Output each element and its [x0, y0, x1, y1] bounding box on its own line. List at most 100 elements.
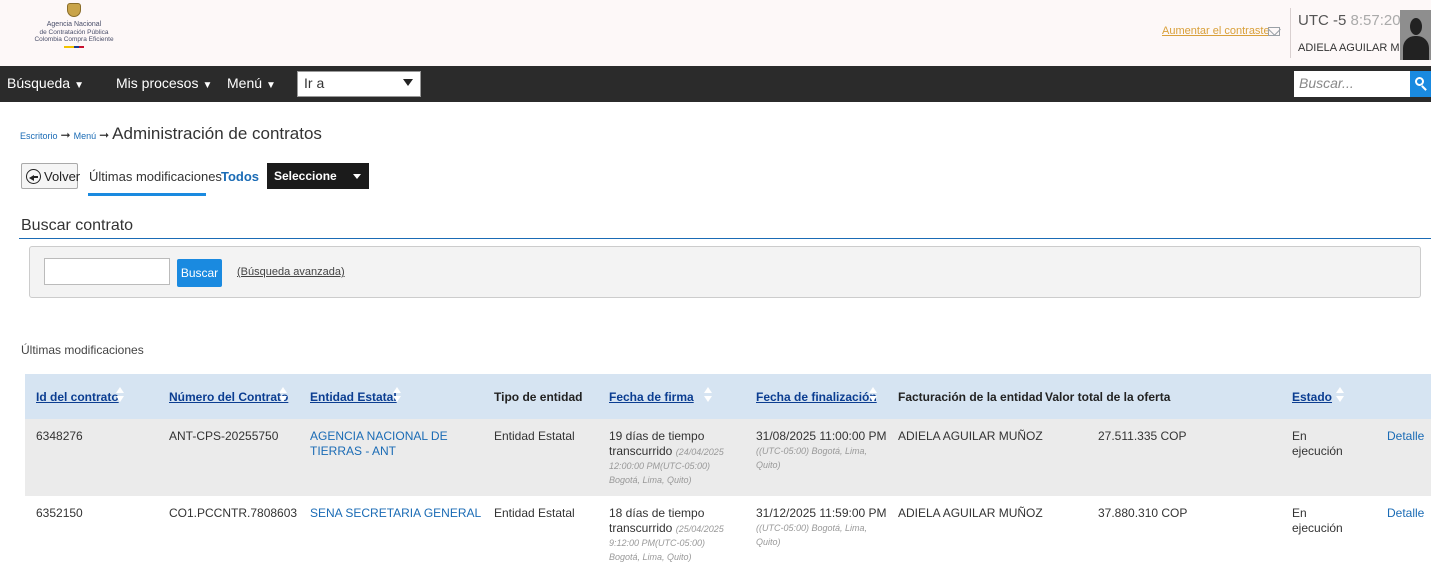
tab-all[interactable]: Todos [221, 169, 259, 184]
sort-icon[interactable] [1336, 386, 1344, 404]
col-contract-number[interactable]: Número del Contrato [169, 390, 288, 404]
timezone-label: UTC -5 [1298, 12, 1347, 29]
cell-contract-id: 6348276 [36, 429, 83, 443]
cell-status: En ejecución [1292, 429, 1343, 459]
user-silhouette-body [1403, 36, 1429, 60]
sign-date-text: (24/04/2025 [675, 447, 724, 457]
detail-link[interactable]: Detalle [1387, 429, 1424, 443]
breadcrumb: Escritorio ➞ Menú ➞ Administración de contra… [20, 124, 322, 144]
entity-line: AGENCIA NACIONAL DE [310, 429, 448, 443]
page-title: Administración de contratos [112, 124, 322, 143]
cell-billing: ADIELA AGUILAR MUÑOZ [898, 429, 1043, 443]
caret-down-icon: ▼ [202, 80, 213, 91]
cell-status: En ejecución [1292, 506, 1343, 536]
filter-select[interactable]: Seleccione [267, 163, 369, 189]
cell-offer-value: 37.880.310 COP [1098, 506, 1188, 520]
contract-search-input[interactable] [44, 258, 170, 285]
entity-line: TIERRAS - ANT [310, 444, 397, 458]
sort-icon[interactable] [393, 386, 401, 404]
status-text: ejecución [1292, 521, 1343, 535]
status-text: En [1292, 429, 1307, 443]
goto-select[interactable]: Ir a [297, 71, 421, 97]
goto-value: Ir a [304, 75, 325, 91]
nav-processes-menu[interactable]: Mis procesos ▼ [116, 75, 212, 91]
nav-search-menu[interactable]: Búsqueda ▼ [7, 75, 84, 91]
sign-date-text: Bogotá, Lima, Quito) [609, 552, 692, 562]
cell-billing: ADIELA AGUILAR MUÑOZ [898, 506, 1043, 520]
nav-menu[interactable]: Menú ▼ [227, 75, 276, 91]
sort-icon[interactable] [869, 386, 877, 404]
cell-contract-number: ANT-CPS-20255750 [169, 429, 279, 443]
detail-link[interactable]: Detalle [1387, 506, 1424, 520]
table-row: 6352150 CO1.PCCNTR.7808603 SENA SECRETAR… [25, 496, 1431, 579]
arrow-right-icon: ➞ [99, 128, 110, 142]
sort-icon[interactable] [279, 386, 287, 404]
flag-stripe-icon [64, 46, 84, 48]
table-header: Id del contrato Número del Contrato Enti… [25, 374, 1431, 419]
search-panel: Buscar (Búsqueda avanzada) [29, 246, 1421, 298]
caret-down-icon: ▼ [74, 80, 84, 91]
global-search-input[interactable]: Buscar... [1294, 71, 1410, 97]
active-tab-indicator [88, 193, 206, 196]
advanced-search-link[interactable]: (Búsqueda avanzada) [237, 266, 345, 278]
mail-icon[interactable] [1268, 27, 1280, 36]
arrow-right-icon: ➞ [60, 128, 71, 142]
col-sign-date[interactable]: Fecha de firma [609, 390, 694, 404]
header-divider [1290, 8, 1291, 58]
search-button[interactable]: Buscar [177, 259, 222, 287]
cell-end-date: 31/12/2025 11:59:00 PM ((UTC-05:00) Bogo… [756, 506, 887, 549]
elapsed-text: transcurrido [609, 444, 673, 458]
clock: UTC -5 8:57:20 [1298, 12, 1401, 29]
table-row: 6348276 ANT-CPS-20255750 AGENCIA NACIONA… [25, 419, 1431, 496]
global-search-button[interactable] [1410, 71, 1431, 97]
nav-menu-label: Menú [227, 75, 263, 91]
sign-date-text: 9:12:00 PM(UTC-05:00) [609, 538, 706, 548]
cell-sign-date: 18 días de tiempo transcurrido (25/04/20… [609, 506, 724, 564]
logo-line-2: de Contratación Pública [39, 29, 109, 36]
filter-select-value: Seleccione [274, 169, 337, 183]
logo-line-3: Colombia Compra Eficiente [34, 36, 114, 43]
sort-icon[interactable] [704, 386, 712, 404]
avatar[interactable] [1400, 10, 1431, 60]
nav-search-label: Búsqueda [7, 75, 71, 91]
main-navbar: Búsqueda ▼ Mis procesos ▼ Menú ▼ Ir a Busca… [0, 66, 1431, 102]
breadcrumb-home-link[interactable]: Escritorio [20, 131, 58, 141]
cell-entity-type: Entidad Estatal [494, 429, 575, 443]
agency-logo[interactable]: Agencia Nacional de Contratación Pública… [22, 3, 126, 61]
back-arrow-icon [26, 169, 41, 184]
col-contract-id[interactable]: Id del contrato [36, 390, 119, 404]
cell-offer-value: 27.511.335 COP [1098, 429, 1187, 443]
back-button[interactable]: Volver [21, 163, 81, 189]
user-silhouette-icon [1410, 18, 1422, 35]
sign-date-text: (25/04/2025 [675, 524, 724, 534]
end-tz-text: ((UTC-05:00) Bogotá, Lima, [756, 523, 868, 533]
caret-down-icon: ▼ [266, 80, 276, 91]
user-name[interactable]: ADIELA AGUILAR M... [1298, 42, 1409, 54]
tab-recent-changes[interactable]: Últimas modificaciones [89, 169, 222, 184]
end-tz-text: Quito) [756, 460, 781, 470]
end-tz-text: Quito) [756, 537, 781, 547]
section-divider [19, 238, 1431, 239]
dropdown-arrow-icon [403, 79, 413, 86]
col-end-date[interactable]: Fecha de finalización [756, 390, 877, 404]
col-entity[interactable]: Entidad Estatal [310, 390, 397, 404]
sign-date-text: 12:00:00 PM(UTC-05:00) [609, 461, 711, 471]
col-offer-value: Valor total de la oferta [1045, 390, 1171, 404]
coat-of-arms-icon [67, 3, 81, 17]
search-icon-handle [1421, 85, 1427, 91]
status-text: En [1292, 506, 1307, 520]
breadcrumb-menu-link[interactable]: Menú [74, 131, 97, 141]
cell-end-date: 31/08/2025 11:00:00 PM ((UTC-05:00) Bogo… [756, 429, 887, 472]
back-button-label: Volver [44, 169, 81, 184]
elapsed-text: 19 días de tiempo [609, 429, 705, 443]
col-entity-type: Tipo de entidad [494, 390, 583, 404]
col-status[interactable]: Estado [1292, 390, 1332, 404]
sort-icon[interactable] [116, 386, 124, 404]
cell-entity-link[interactable]: SENA SECRETARIA GENERAL [310, 506, 481, 521]
increase-contrast-link[interactable]: Aumentar el contraste [1162, 25, 1270, 37]
current-time: 8:57:20 [1350, 12, 1401, 29]
sign-date-text: Bogotá, Lima, Quito) [609, 475, 692, 485]
cell-entity-link[interactable]: AGENCIA NACIONAL DE TIERRAS - ANT [310, 429, 448, 459]
top-header: Agencia Nacional de Contratación Pública… [0, 0, 1431, 66]
search-section-title: Buscar contrato [21, 217, 134, 234]
